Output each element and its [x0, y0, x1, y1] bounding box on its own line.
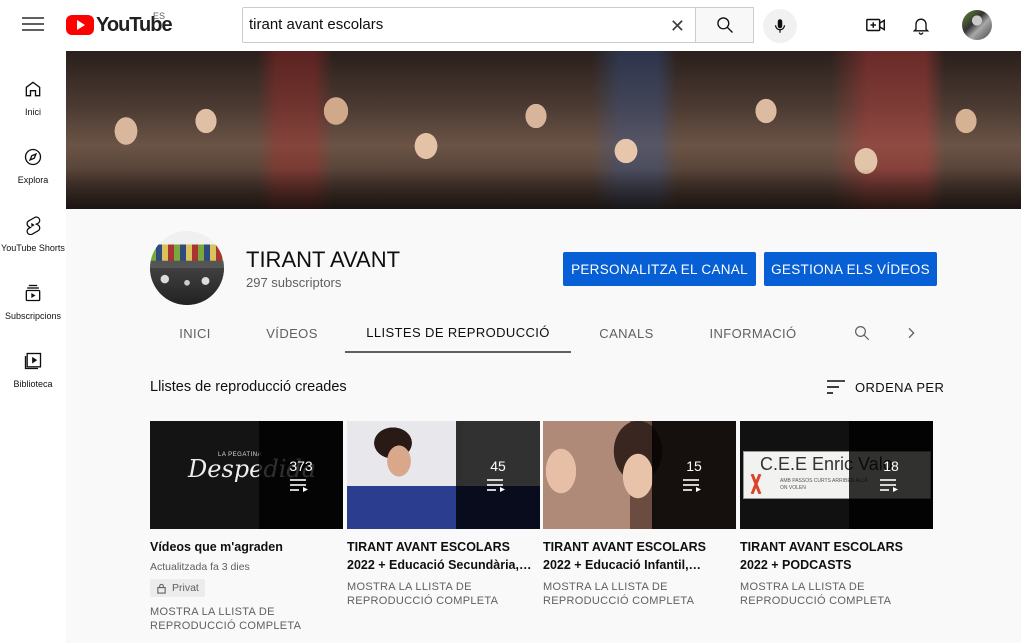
sort-icon	[827, 380, 845, 394]
section-title: Llistes de reproducció creades	[150, 379, 347, 395]
sort-button[interactable]: ORDENA PER	[827, 376, 944, 398]
sidebar-item-label: YouTube Shorts	[1, 243, 65, 253]
voice-search-button[interactable]	[763, 9, 797, 43]
privacy-label: Privat	[172, 582, 199, 594]
home-icon	[22, 78, 44, 100]
create-video-button[interactable]	[864, 13, 888, 37]
sidebar-item-label: Explora	[17, 175, 49, 185]
subscriber-count: 297 subscriptors	[246, 275, 342, 290]
ribbon-icon	[750, 474, 762, 494]
sidebar-item-label: Inici	[24, 107, 41, 117]
country-code: ES	[153, 11, 166, 21]
search-button[interactable]	[696, 7, 754, 43]
playlist-count-overlay: 45	[456, 421, 540, 529]
playlist-thumbnail[interactable]: LA PEGATINA Despedida 373	[150, 421, 343, 529]
manage-videos-button[interactable]: GESTIONA ELS VÍDEOS	[764, 252, 937, 286]
playlist-thumbnail[interactable]: 45	[347, 421, 540, 529]
playlist-title[interactable]: Vídeos que m'agraden	[150, 538, 343, 556]
search-icon	[716, 17, 733, 33]
channel-search-icon[interactable]	[852, 323, 872, 343]
playlists-section: Llistes de reproducció creades ORDENA PE…	[66, 354, 1021, 643]
playlist-title[interactable]: TIRANT AVANT ESCOLARS 2022 + PODCASTS	[740, 538, 933, 574]
sidebar: Inici Explora YouTube Shorts Subscripcio…	[0, 50, 66, 643]
microphone-icon	[774, 19, 786, 33]
video-camera-plus-icon	[866, 18, 885, 32]
channel-tabs: INICI VÍDEOS LLISTES DE REPRODUCCIÓ CANA…	[66, 313, 1021, 354]
channel-name: TIRANT AVANT	[246, 247, 401, 272]
sidebar-item-label: Subscripcions	[4, 311, 62, 321]
view-full-playlist-link[interactable]: MOSTRA LA LLISTA DE REPRODUCCIÓ COMPLETA	[150, 605, 343, 633]
view-full-playlist-link[interactable]: MOSTRA LA LLISTA DE REPRODUCCIÓ COMPLETA	[740, 580, 933, 608]
subscriptions-icon	[22, 282, 44, 304]
playlist-count-overlay: 373	[259, 421, 343, 529]
search-input[interactable]: tirant avant escolars ✕	[242, 7, 696, 43]
video-count: 373	[289, 458, 313, 474]
playlist-card: 15 TIRANT AVANT ESCOLARS 2022 + Educació…	[543, 421, 736, 608]
clear-search-icon[interactable]: ✕	[670, 16, 685, 37]
channel-avatar[interactable]	[150, 231, 224, 305]
tab-videos[interactable]: VÍDEOS	[246, 313, 338, 353]
tab-channels[interactable]: CANALS	[579, 313, 674, 353]
playlist-count-overlay: 18	[849, 421, 933, 529]
playlist-title[interactable]: TIRANT AVANT ESCOLARS 2022 + Educació In…	[543, 538, 736, 574]
sidebar-item-label: Biblioteca	[13, 379, 53, 389]
playlist-card: C.E.E Enric Valo AMB PASSOS CURTS ARRIBE…	[740, 421, 933, 608]
playlist-updated: Actualitzada fa 3 dies	[150, 561, 250, 573]
sidebar-item-shorts[interactable]: YouTube Shorts	[0, 194, 66, 260]
top-bar: YouTube ES tirant avant escolars ✕	[0, 0, 1024, 50]
view-full-playlist-link[interactable]: MOSTRA LA LLISTA DE REPRODUCCIÓ COMPLETA	[347, 580, 540, 608]
playlist-icon	[683, 479, 701, 492]
account-avatar[interactable]	[962, 10, 992, 40]
search-query[interactable]: tirant avant escolars	[249, 16, 383, 33]
tab-home[interactable]: INICI	[150, 313, 240, 353]
banner-shade	[66, 169, 1021, 209]
tab-playlists[interactable]: LLISTES DE REPRODUCCIÓ	[345, 313, 571, 353]
sidebar-item-explore[interactable]: Explora	[0, 126, 66, 192]
playlist-icon	[290, 479, 308, 492]
video-count: 18	[883, 458, 899, 474]
privacy-badge: Privat	[150, 579, 205, 597]
playlist-thumbnail[interactable]: C.E.E Enric Valo AMB PASSOS CURTS ARRIBE…	[740, 421, 933, 529]
view-full-playlist-link[interactable]: MOSTRA LA LLISTA DE REPRODUCCIÓ COMPLETA	[543, 580, 736, 608]
lock-icon	[157, 583, 166, 594]
playlist-icon	[880, 479, 898, 492]
notifications-button[interactable]	[909, 13, 933, 37]
playlist-count-overlay: 15	[652, 421, 736, 529]
channel-banner	[66, 51, 1021, 209]
chevron-right-icon[interactable]	[901, 323, 921, 343]
library-icon	[22, 350, 44, 372]
youtube-play-icon	[66, 15, 94, 35]
playlist-card: 45 TIRANT AVANT ESCOLARS 2022 + Educació…	[347, 421, 540, 608]
playlist-icon	[487, 479, 505, 492]
shorts-icon	[22, 214, 44, 236]
channel-header: TIRANT AVANT 297 subscriptors PERSONALIT…	[66, 209, 1021, 354]
customize-channel-button[interactable]: PERSONALITZA EL CANAL	[563, 252, 756, 286]
playlist-thumbnail[interactable]: 15	[543, 421, 736, 529]
video-count: 15	[686, 458, 702, 474]
sidebar-item-library[interactable]: Biblioteca	[0, 330, 66, 396]
compass-icon	[22, 146, 44, 168]
playlist-card: LA PEGATINA Despedida 373 Vídeos que m'a…	[150, 421, 343, 633]
video-count: 45	[490, 458, 506, 474]
sidebar-item-home[interactable]: Inici	[0, 58, 66, 124]
sort-label: ORDENA PER	[855, 379, 945, 395]
tab-about[interactable]: INFORMACIÓ	[691, 313, 815, 353]
playlist-title[interactable]: TIRANT AVANT ESCOLARS 2022 + Educació Se…	[347, 538, 540, 574]
sidebar-item-subscriptions[interactable]: Subscripcions	[0, 262, 66, 328]
bell-icon	[912, 18, 930, 35]
menu-icon[interactable]	[22, 14, 44, 36]
